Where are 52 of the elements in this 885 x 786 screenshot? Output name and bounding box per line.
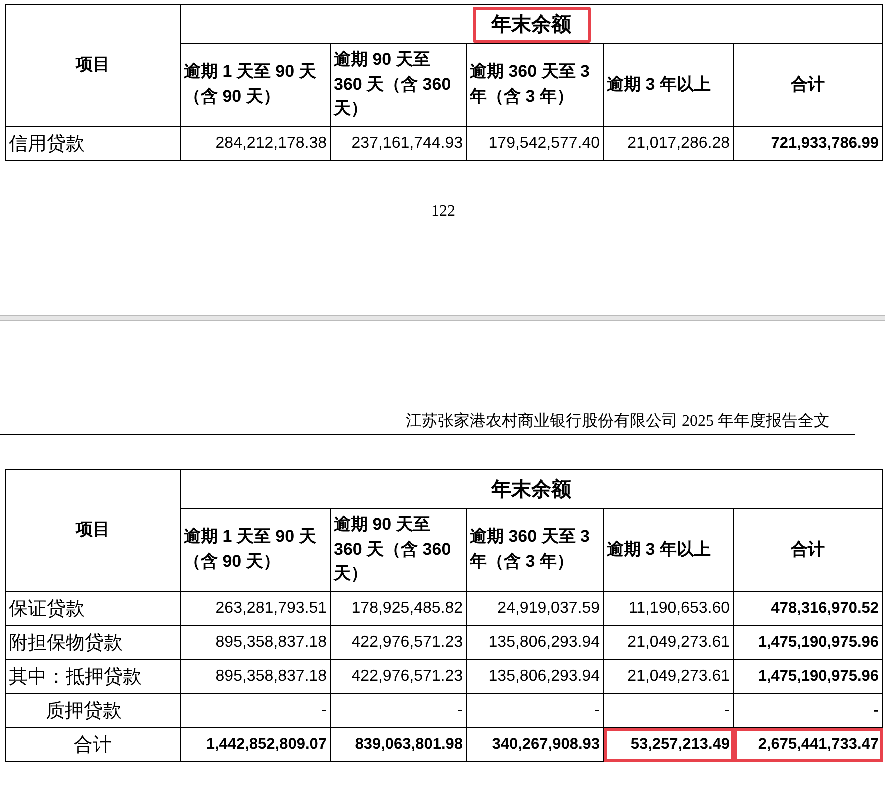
row-label: 附担保物贷款 (6, 626, 180, 660)
column-header: 逾期 3 年以上 (604, 508, 734, 592)
table-cell: 422,976,571.23 (330, 626, 466, 660)
page-number: 122 (432, 203, 456, 220)
row-label: 保证贷款 (6, 592, 180, 626)
table-cell: 1,475,190,975.96 (734, 660, 882, 694)
row-label: 合计 (6, 728, 180, 762)
table-cell: 178,925,485.82 (330, 592, 466, 626)
table-cell: 135,806,293.94 (466, 626, 604, 660)
table-cell: 839,063,801.98 (330, 728, 466, 762)
table-cell: 340,267,908.93 (466, 728, 604, 762)
table-cell: 21,049,273.61 (604, 660, 734, 694)
row-label: 其中：抵押贷款 (6, 660, 180, 694)
row-label: 质押贷款 (6, 694, 180, 728)
table-cell: - (180, 694, 330, 728)
column-header: 逾期 3 年以上 (604, 44, 734, 126)
column-header: 项目 (6, 470, 180, 592)
table-cell: 21,049,273.61 (604, 626, 734, 660)
table-cell: 179,542,577.40 (466, 126, 604, 160)
table-cell: - (604, 694, 734, 728)
table-cell: 721,933,786.99 (734, 126, 882, 160)
column-header: 项目 (6, 4, 180, 126)
table-cell: 478,316,970.52 (734, 592, 882, 626)
table-cell: 1,475,190,975.96 (734, 626, 882, 660)
column-header: 逾期 360 天至 3 年（含 3 年） (466, 44, 604, 126)
table-cell: 422,976,571.23 (330, 660, 466, 694)
column-header: 逾期 90 天至 360 天（含 360 天） (330, 508, 466, 592)
table-cell: 24,919,037.59 (466, 592, 604, 626)
table-cell: 53,257,213.49 (604, 728, 734, 762)
column-header: 逾期 360 天至 3 年（含 3 年） (466, 508, 604, 592)
table-cell: 263,281,793.51 (180, 592, 330, 626)
table-cell: 895,358,837.18 (180, 626, 330, 660)
column-header: 逾期 90 天至 360 天（含 360 天） (330, 44, 466, 126)
column-header: 合计 (734, 508, 882, 592)
table-cell: - (734, 694, 882, 728)
table-cell: - (466, 694, 604, 728)
column-header: 逾期 1 天至 90 天（含 90 天） (180, 508, 330, 592)
table-cell: 11,190,653.60 (604, 592, 734, 626)
table-title: 年末余额 (490, 478, 572, 502)
table-cell: 895,358,837.18 (180, 660, 330, 694)
running-header: 江苏张家港农村商业银行股份有限公司 2025 年年度报告全文 (406, 413, 830, 430)
table-title: 年末余额 (472, 6, 590, 42)
table-cell: 237,161,744.93 (330, 126, 466, 160)
column-header: 逾期 1 天至 90 天（含 90 天） (180, 44, 330, 126)
table-cell: 284,212,178.38 (180, 126, 330, 160)
table-cell: 2,675,441,733.47 (734, 728, 882, 762)
table-cell: 1,442,852,809.07 (180, 728, 330, 762)
row-label: 信用贷款 (6, 126, 180, 160)
table-cell: - (330, 694, 466, 728)
table-cell: 135,806,293.94 (466, 660, 604, 694)
table-cell: 21,017,286.28 (604, 126, 734, 160)
column-header: 合计 (734, 44, 882, 126)
